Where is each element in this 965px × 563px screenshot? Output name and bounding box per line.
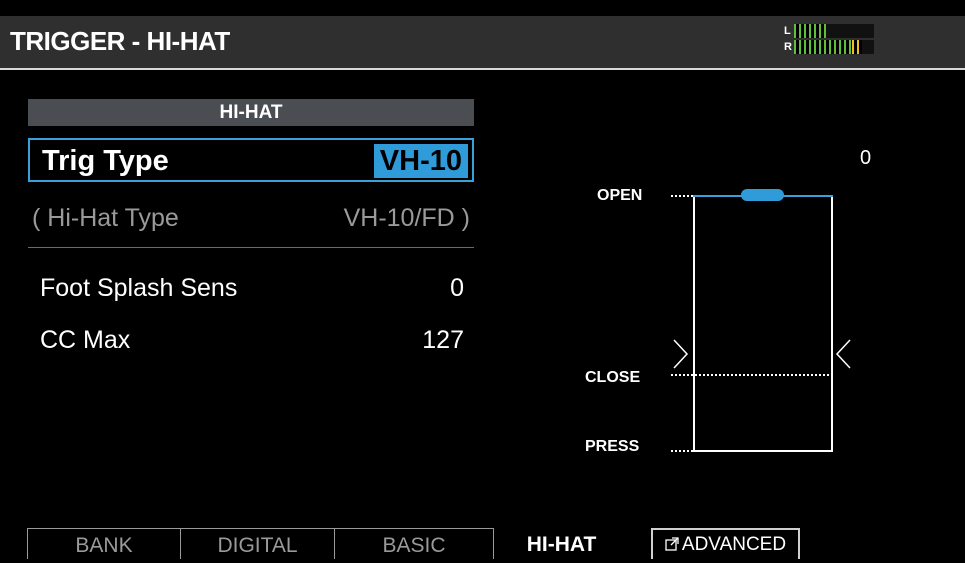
hihat-type-value: VH-10/FD ) [343,204,470,232]
level-meter: L R [784,22,879,58]
tab-advanced-label: ADVANCED [681,534,787,555]
divider [28,247,474,248]
foot-splash-sens-row[interactable]: Foot Splash Sens 0 [28,266,474,310]
hihat-type-label: ( Hi-Hat Type [32,204,179,232]
open-guide-line [671,195,693,197]
header-bar: TRIGGER - HI-HAT L R [0,16,965,70]
tab-advanced[interactable]: ADVANCED [651,528,800,559]
cc-max-label: CC Max [40,326,131,354]
tab-hihat[interactable]: HI-HAT [494,528,629,559]
external-link-icon [665,537,679,551]
meter-right-fill [794,40,852,54]
close-label: CLOSE [585,369,641,386]
trigger-hihat-screen: TRIGGER - HI-HAT L R HI-HAT Trig Type VH… [0,0,965,559]
hihat-type-row: ( Hi-Hat Type VH-10/FD ) [28,196,474,240]
trig-type-row[interactable]: Trig Type VH-10 [28,138,474,182]
tab-digital[interactable]: DIGITAL [180,528,335,559]
trig-type-value[interactable]: VH-10 [373,144,468,178]
pedal-position-handle [741,189,784,201]
tab-basic[interactable]: BASIC [334,528,494,559]
close-marker-left-icon [673,339,689,369]
tab-bank[interactable]: BANK [27,528,181,559]
open-label: OPEN [597,187,643,204]
meter-left: L [784,24,874,38]
meter-left-label: L [784,25,791,37]
cc-max-value[interactable]: 127 [422,326,464,355]
page-title: TRIGGER - HI-HAT [10,26,230,56]
trig-type-label: Trig Type [42,145,169,177]
press-guide-line [671,450,693,452]
press-label: PRESS [585,438,640,455]
meter-left-fill [794,24,826,38]
foot-splash-sens-label: Foot Splash Sens [40,274,238,302]
section-title: HI-HAT [28,99,474,126]
foot-splash-sens-value[interactable]: 0 [450,274,464,303]
cc-max-row[interactable]: CC Max 127 [28,318,474,362]
meter-right-label: R [784,41,792,53]
position-value: 0 [860,147,872,169]
tab-bar: BANK DIGITAL BASIC HI-HAT ADVANCED [0,528,965,559]
meter-right: R [784,40,874,54]
meter-right-peak [852,40,862,54]
pedal-range-box [693,196,833,452]
close-marker-right-icon [835,339,851,369]
